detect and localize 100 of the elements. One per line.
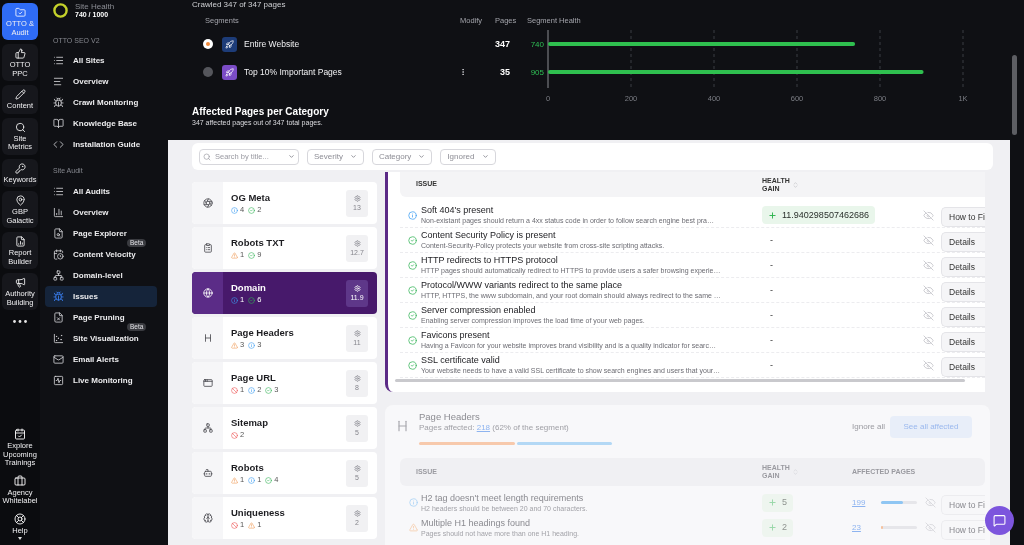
category-name: Page Headers: [231, 327, 295, 338]
issue-title: Multiple H1 headings found: [421, 517, 532, 529]
action-button[interactable]: How to Fi: [941, 494, 985, 515]
issue-title: Content Security Policy is present: [421, 230, 557, 241]
radio-button[interactable]: [203, 39, 213, 49]
category-name: OG Meta: [231, 192, 272, 203]
sidebar-nav-item[interactable]: Live Monitoring: [45, 370, 157, 391]
eye-slash-icon[interactable]: [923, 234, 934, 246]
scatter-chart-icon: [53, 333, 64, 344]
filter-dropdown[interactable]: Severity: [307, 148, 364, 165]
health-gain-value: -: [769, 259, 773, 271]
caret-icon: [418, 153, 426, 160]
category-name: Sitemap: [231, 417, 269, 428]
aperture-icon: [202, 198, 213, 208]
action-button[interactable]: Details: [941, 257, 985, 277]
robot-icon: [202, 468, 213, 478]
sidebar-nav-item[interactable]: Overview: [45, 71, 157, 92]
health-gain-value: -: [769, 359, 773, 371]
segment-name: Entire Website: [244, 39, 300, 49]
bar-chart-icon: [53, 207, 64, 218]
eye-slash-icon[interactable]: [925, 522, 936, 533]
radio-button[interactable]: [203, 67, 213, 77]
sidebar-nav-item[interactable]: Knowledge Base: [45, 113, 157, 134]
sidebar-nav-item[interactable]: Overview: [45, 202, 157, 223]
info-icon: [408, 210, 417, 220]
sidebar-nav-item[interactable]: Domain-level: [45, 265, 157, 286]
lifebuoy-icon: [14, 512, 26, 525]
plus-icon: [768, 498, 777, 507]
eye-slash-icon[interactable]: [925, 497, 936, 508]
action-button[interactable]: Details: [941, 332, 985, 352]
gear-icon: [353, 329, 361, 337]
health-gain-value: -: [769, 284, 773, 296]
horizontal-scrollbar[interactable]: [395, 379, 965, 382]
file-search-icon: [53, 228, 64, 239]
eye-slash-icon[interactable]: [923, 259, 934, 271]
action-button[interactable]: Details: [941, 307, 985, 327]
kebab-menu-icon[interactable]: [459, 67, 467, 77]
eye-slash-icon[interactable]: [923, 309, 934, 321]
action-button[interactable]: How to Fi: [941, 207, 985, 227]
action-button[interactable]: Details: [941, 232, 985, 252]
pages-affected-text: Pages affected: 218 (62% of the segment): [419, 423, 570, 433]
gear-icon: [353, 284, 361, 292]
check-circle-icon: [408, 360, 417, 370]
sidebar-nav-item[interactable]: Site Visualization: [45, 328, 157, 349]
more-icon[interactable]: [13, 320, 27, 323]
caret-icon: [18, 537, 22, 540]
pulse-monitor-icon: [53, 375, 64, 386]
book-icon: [53, 118, 64, 129]
align-left-icon: [53, 76, 64, 87]
action-button[interactable]: Details: [941, 357, 985, 377]
category-name: Robots: [231, 462, 265, 473]
check-circle-icon: [248, 206, 256, 214]
scrollbar-thumb[interactable]: [1012, 55, 1017, 135]
eye-slash-icon[interactable]: [923, 334, 934, 346]
segment-pages: 35: [499, 67, 511, 77]
health-ring-icon: [53, 2, 68, 18]
check-circle-icon: [408, 335, 417, 345]
sidebar-nav-item[interactable]: All Audits: [45, 181, 157, 202]
check-circle-icon: [248, 296, 256, 304]
category-name: Domain: [231, 282, 267, 293]
eye-slash-icon[interactable]: [923, 284, 934, 296]
site-health-label: Site Health: [75, 1, 115, 11]
eye-slash-icon[interactable]: [923, 359, 934, 371]
pencil-icon: [14, 89, 26, 100]
plus-icon: [768, 210, 777, 220]
issue-title: SSL certificate valid: [421, 355, 501, 366]
thumbs-up-icon: [14, 48, 26, 59]
briefcase-icon: [14, 474, 26, 487]
sidebar-nav-item[interactable]: Issues: [45, 286, 157, 307]
hierarchy-icon: [202, 423, 213, 433]
eye-slash-icon[interactable]: [923, 209, 934, 221]
check-circle-icon: [408, 235, 417, 245]
sidebar-nav-item[interactable]: Installation Guide: [45, 134, 157, 155]
sort-icon[interactable]: [792, 180, 799, 189]
caret-icon: [349, 153, 357, 160]
browser-window-icon: [202, 378, 213, 388]
blocked-icon: [231, 431, 238, 439]
sidebar-nav-item[interactable]: Crawl Monitoring: [45, 92, 157, 113]
check-circle-icon: [265, 476, 273, 484]
filter-dropdown[interactable]: Category: [371, 148, 433, 165]
heading-icon: [395, 419, 410, 433]
sidebar-nav-item[interactable]: Content Velocity: [45, 244, 157, 265]
check-circle-icon: [248, 251, 256, 259]
section-heading: Affected Pages per Category: [192, 106, 330, 118]
chart-document-icon: [14, 236, 26, 247]
action-button[interactable]: Details: [941, 282, 985, 302]
warning-icon: [231, 251, 238, 259]
hierarchy-icon: [53, 270, 64, 281]
action-button[interactable]: How to Fi: [941, 519, 985, 540]
category-name: Robots TXT: [231, 237, 286, 248]
health-gain-value: 5: [782, 497, 787, 508]
sidebar-nav-item[interactable]: All Sites: [45, 50, 157, 71]
info-icon: [231, 296, 238, 304]
bar-value-label: 905: [530, 68, 544, 77]
bar-value-label: 740: [530, 40, 544, 49]
gear-icon: [353, 194, 361, 202]
sidebar-nav-item[interactable]: Email Alerts: [45, 349, 157, 370]
axis-line: [547, 30, 549, 89]
megaphone-icon: [14, 277, 26, 288]
filter-dropdown[interactable]: Ignored: [440, 148, 496, 165]
